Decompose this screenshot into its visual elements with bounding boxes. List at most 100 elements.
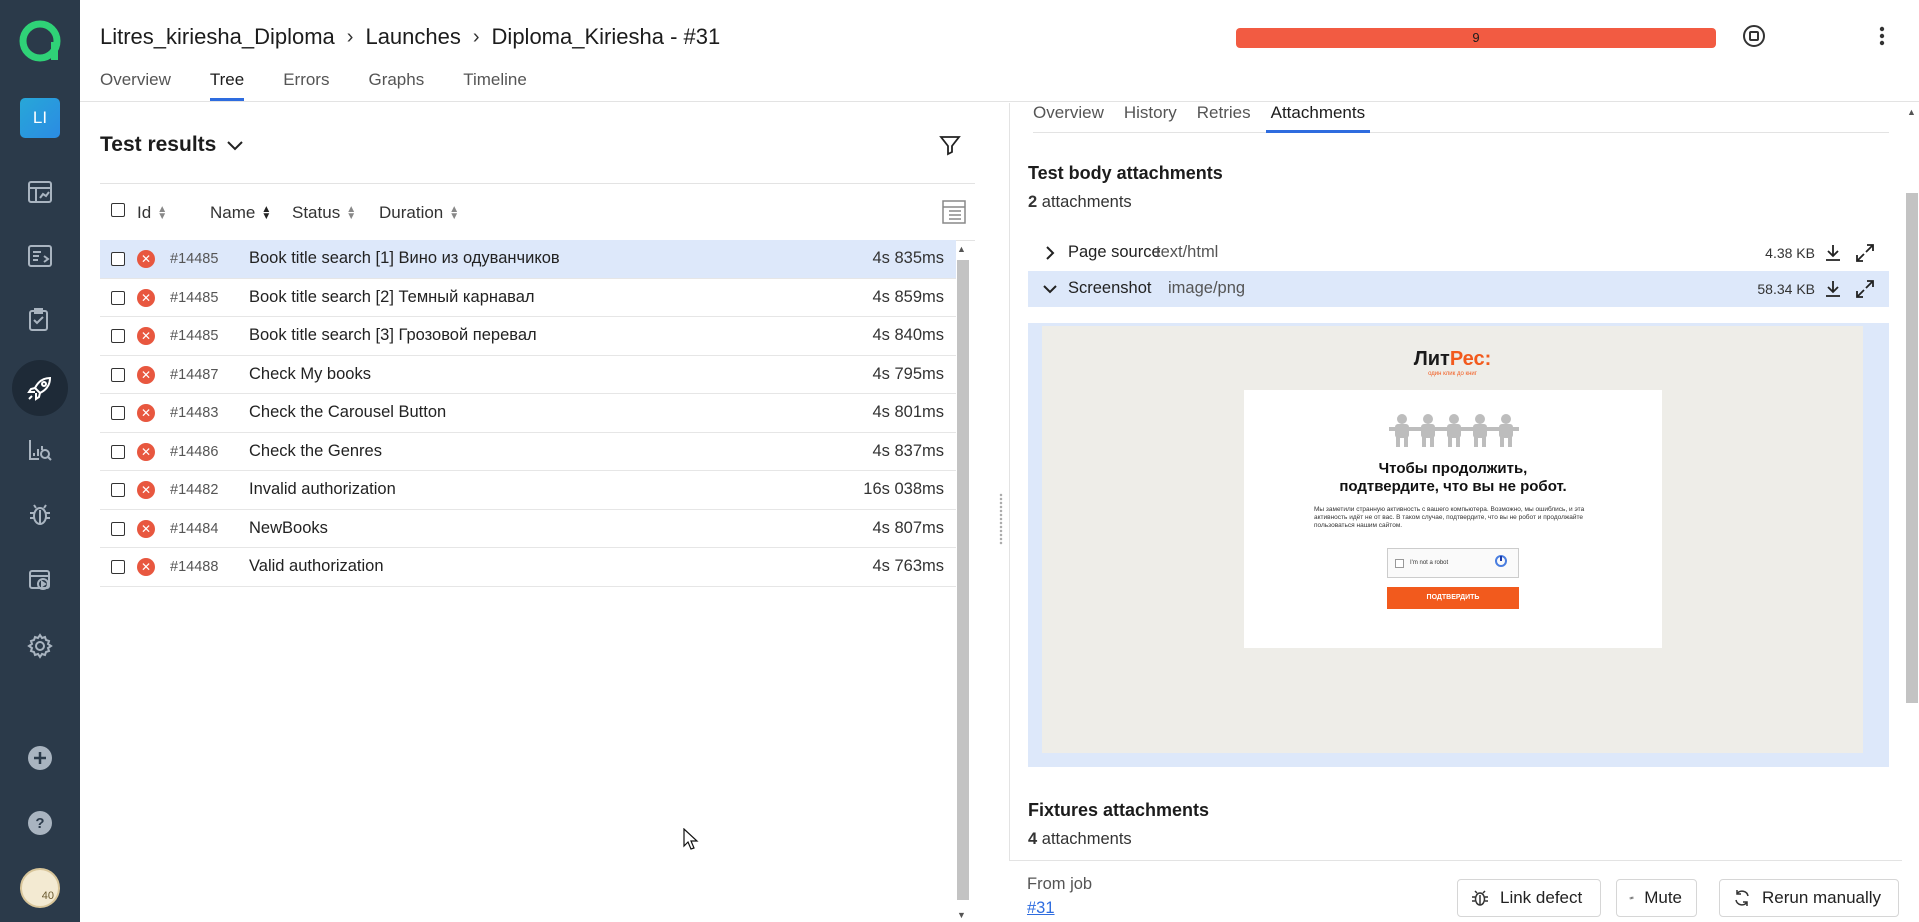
row-checkbox[interactable] xyxy=(111,444,125,459)
dashboards-icon[interactable] xyxy=(20,172,60,212)
help-icon[interactable]: ? xyxy=(20,803,60,843)
fixtures-count-label: attachments xyxy=(1041,830,1132,848)
scroll-up-icon[interactable]: ▲ xyxy=(1907,107,1916,117)
mute-label: Mute xyxy=(1644,888,1682,907)
tab-tree[interactable]: Tree xyxy=(209,68,245,101)
breadcrumb-project[interactable]: Litres_kiriesha_Diploma xyxy=(100,24,335,50)
column-duration[interactable]: Duration ▲ ▼ xyxy=(379,203,459,223)
header: Litres_kiriesha_Diploma › Launches › Dip… xyxy=(80,0,1919,102)
column-status[interactable]: Status ▲ ▼ xyxy=(292,203,356,223)
chevron-down-icon[interactable] xyxy=(1042,281,1058,297)
attachment-screenshot[interactable]: Screenshot image/png 58.34 KB xyxy=(1028,271,1889,307)
mouse-cursor xyxy=(683,827,699,855)
tab-timeline[interactable]: Timeline xyxy=(463,68,527,101)
column-duration-label: Duration xyxy=(379,203,444,222)
fixtures-attachments-title: Fixtures attachments xyxy=(1028,800,1210,820)
tab-attachments[interactable]: Attachments xyxy=(1265,103,1371,133)
scrollbar-thumb[interactable] xyxy=(1906,193,1918,703)
test-cases-icon[interactable] xyxy=(20,236,60,276)
column-id[interactable]: Id ▲ ▼ xyxy=(137,203,167,223)
table-row[interactable]: ✕ #14488 Valid authorization 4s 763ms xyxy=(100,548,956,587)
defects-icon[interactable] xyxy=(20,494,60,534)
test-duration: 4s 859ms xyxy=(872,287,944,306)
job-link[interactable]: #31 xyxy=(1027,899,1055,918)
sort-icon: ▲ ▼ xyxy=(261,204,272,222)
add-icon[interactable] xyxy=(20,738,60,778)
tab-history[interactable]: History xyxy=(1124,103,1177,133)
app-logo-icon[interactable] xyxy=(19,20,61,62)
failed-status-icon: ✕ xyxy=(137,442,155,461)
bug-icon xyxy=(1472,890,1488,906)
test-duration: 4s 837ms xyxy=(872,441,944,460)
column-name[interactable]: Name ▲ ▼ xyxy=(210,203,271,223)
captcha-card: Чтобы продолжить, подтвердите, что вы не … xyxy=(1244,390,1662,648)
test-duration: 4s 763ms xyxy=(872,557,944,575)
tab-graphs[interactable]: Graphs xyxy=(368,68,424,101)
attachment-page-source[interactable]: Page source text/html 4.38 KB xyxy=(1028,235,1889,271)
tab-overview[interactable]: Overview xyxy=(100,68,171,101)
panel-splitter[interactable] xyxy=(994,103,1008,922)
select-all-checkbox[interactable] xyxy=(111,203,125,217)
refresh-icon xyxy=(1735,890,1749,906)
litres-logo-part-1: Лит xyxy=(1413,348,1450,370)
expand-icon[interactable] xyxy=(1855,279,1875,299)
screenshot-image[interactable]: ЛитРес: один клик до книг Чтобы продолжи… xyxy=(1042,326,1863,753)
table-row[interactable]: ✕ #14487 Check My books 4s 795ms xyxy=(100,356,956,394)
avatar[interactable]: 40 xyxy=(20,868,60,908)
scroll-down-icon[interactable]: ▼ xyxy=(957,910,966,920)
test-duration: 16s 038ms xyxy=(863,480,944,498)
row-checkbox[interactable] xyxy=(111,290,125,305)
table-row[interactable]: ✕ #14486 Check the Genres 4s 837ms xyxy=(100,433,956,471)
details-scrollbar[interactable]: ▲ xyxy=(1902,103,1919,703)
link-defect-button[interactable]: Link defect xyxy=(1457,879,1601,917)
table-header: Id ▲ ▼ Name ▲ ▼ Status ▲ ▼ Duration ▲ ▼ xyxy=(100,183,975,241)
expand-icon[interactable] xyxy=(1855,243,1875,263)
failed-status-icon: ✕ xyxy=(137,404,155,422)
stop-icon[interactable] xyxy=(1742,24,1766,48)
analytics-icon[interactable] xyxy=(20,430,60,470)
table-row[interactable]: ✕ #14484 NewBooks 4s 807ms xyxy=(100,510,956,548)
table-row[interactable]: ✕ #14485 Book title search [1] Вино из оду… xyxy=(100,240,956,279)
download-icon[interactable] xyxy=(1823,279,1843,299)
test-plans-icon[interactable] xyxy=(20,300,60,340)
table-row[interactable]: ✕ #14482 Invalid authorization 16s 038ms xyxy=(100,471,956,510)
failed-status-icon: ✕ xyxy=(137,327,155,345)
row-checkbox[interactable] xyxy=(111,329,125,343)
tab-errors[interactable]: Errors xyxy=(283,68,329,101)
drag-handle-icon[interactable] xyxy=(999,493,1003,545)
scroll-up-icon[interactable]: ▲ xyxy=(957,244,966,254)
jobs-icon[interactable] xyxy=(20,560,60,600)
sidebar: LI ? 40 xyxy=(0,0,80,922)
tab-details-overview[interactable]: Overview xyxy=(1033,103,1104,133)
row-checkbox[interactable] xyxy=(111,367,125,382)
row-checkbox[interactable] xyxy=(111,483,125,497)
column-name-label: Name xyxy=(210,203,256,222)
filter-icon[interactable] xyxy=(938,133,962,157)
row-checkbox[interactable] xyxy=(111,406,125,420)
rerun-manually-button[interactable]: Rerun manually xyxy=(1719,879,1899,917)
breadcrumb-launches[interactable]: Launches xyxy=(365,24,460,50)
mute-button[interactable]: Mute xyxy=(1616,879,1697,917)
row-checkbox[interactable] xyxy=(111,560,125,574)
tab-retries[interactable]: Retries xyxy=(1197,103,1251,133)
rerun-manually-label: Rerun manually xyxy=(1762,888,1882,907)
table-row[interactable]: ✕ #14485 Book title search [3] Грозовой пе… xyxy=(100,317,956,356)
test-results-title[interactable]: Test results xyxy=(100,133,244,157)
table-row[interactable]: ✕ #14483 Check the Carousel Button 4s 801ms xyxy=(100,394,956,433)
launches-icon[interactable] xyxy=(12,360,68,416)
scrollbar-thumb[interactable] xyxy=(957,260,969,900)
test-id: #14488 xyxy=(170,559,219,575)
row-checkbox[interactable] xyxy=(111,521,125,536)
columns-settings-icon[interactable] xyxy=(941,199,967,225)
project-badge[interactable]: LI xyxy=(20,98,60,138)
test-id: #14486 xyxy=(170,443,219,460)
svg-text:?: ? xyxy=(35,815,44,832)
table-row[interactable]: ✕ #14485 Book title search [2] Темный карн… xyxy=(100,279,956,317)
results-scrollbar[interactable]: ▲ ▼ xyxy=(954,240,970,922)
chevron-right-icon[interactable] xyxy=(1042,245,1058,261)
more-vertical-icon[interactable] xyxy=(1872,24,1892,48)
settings-icon[interactable] xyxy=(20,626,60,666)
download-icon[interactable] xyxy=(1823,243,1843,263)
row-checkbox[interactable] xyxy=(111,252,125,266)
failed-status-icon: ✕ xyxy=(137,519,155,538)
